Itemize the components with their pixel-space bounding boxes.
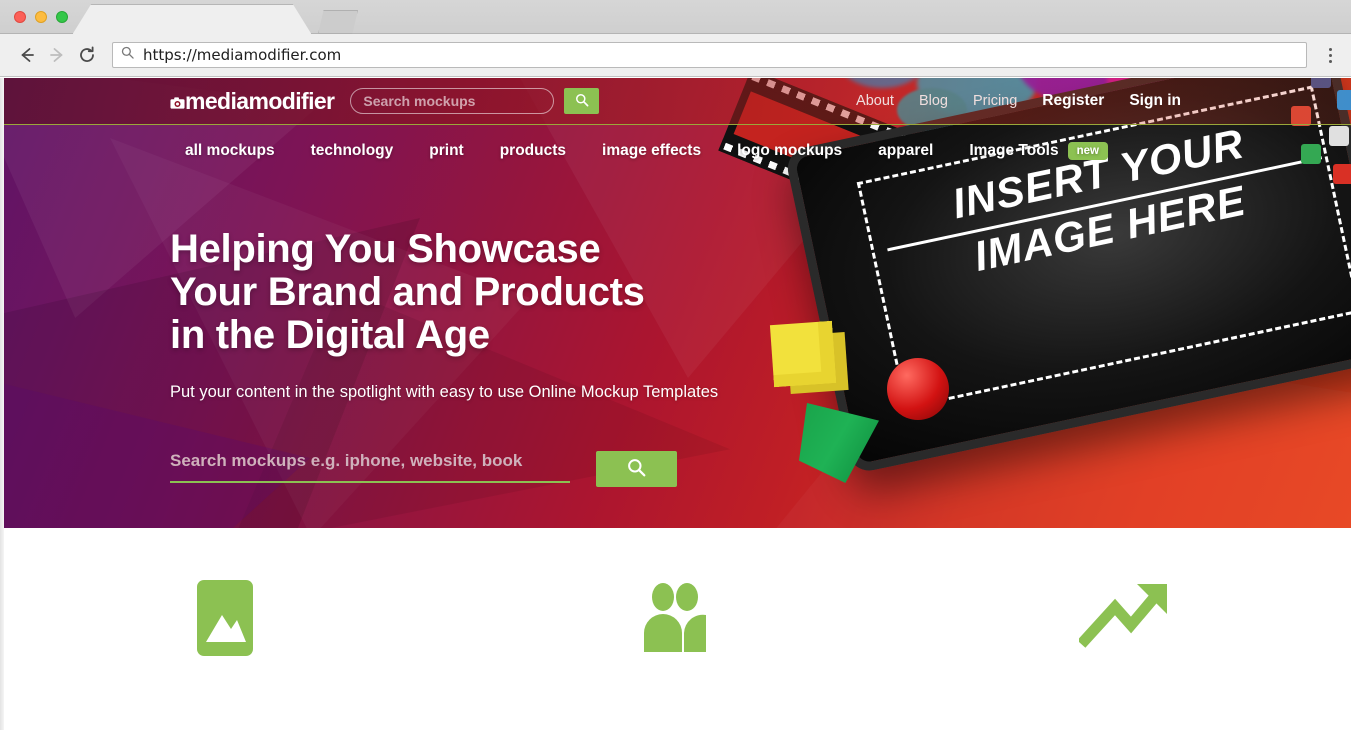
nav-item-apparel[interactable]: apparel bbox=[878, 142, 933, 160]
register-button[interactable]: Register bbox=[1042, 92, 1104, 110]
back-arrow-icon[interactable] bbox=[12, 40, 42, 70]
sign-in-button[interactable]: Sign in bbox=[1129, 92, 1181, 110]
forward-arrow-icon bbox=[42, 40, 72, 70]
hero-subheadline: Put your content in the spotlight with e… bbox=[170, 383, 719, 402]
red-sphere-graphic bbox=[887, 358, 949, 420]
site-logo[interactable]: mediamodifier bbox=[170, 87, 335, 115]
browser-tab[interactable] bbox=[72, 4, 312, 35]
reload-icon[interactable] bbox=[72, 40, 102, 70]
nav-item-image-tools-label: Image Tools bbox=[969, 142, 1059, 159]
page-title: Helping You Showcase Your Brand and Prod… bbox=[170, 228, 810, 356]
nav-item-logo-mockups[interactable]: logo mockups bbox=[737, 142, 842, 160]
nav-item-print[interactable]: print bbox=[429, 142, 463, 160]
browser-window: https://mediamodifier.com INSERT YOUR IM… bbox=[0, 0, 1351, 730]
header-link-blog[interactable]: Blog bbox=[919, 93, 948, 109]
people-icon bbox=[628, 580, 722, 656]
nav-item-products[interactable]: products bbox=[500, 142, 566, 160]
hero-search-button[interactable] bbox=[596, 451, 677, 488]
hero-content: Helping You Showcase Your Brand and Prod… bbox=[170, 228, 810, 488]
main-navigation: all mockups technology print products im… bbox=[0, 126, 1351, 176]
feature-item bbox=[450, 528, 900, 730]
headline-line-1: Helping You Showcase bbox=[170, 227, 601, 271]
new-badge: new bbox=[1067, 141, 1108, 160]
hero-search-form bbox=[170, 451, 810, 488]
features-section bbox=[0, 528, 1351, 730]
header-search-button[interactable] bbox=[564, 88, 600, 114]
browser-toolbar: https://mediamodifier.com bbox=[0, 34, 1351, 77]
browser-tab-strip bbox=[0, 0, 1351, 34]
hero-section: INSERT YOUR IMAGE HERE Helping You Showc… bbox=[0, 78, 1351, 528]
site-logo-text: mediamodifier bbox=[185, 87, 335, 114]
feature-item bbox=[901, 528, 1351, 730]
nav-item-all-mockups[interactable]: all mockups bbox=[185, 142, 275, 160]
search-icon bbox=[121, 46, 134, 64]
nav-item-image-effects[interactable]: image effects bbox=[602, 142, 701, 160]
header-search-input[interactable] bbox=[350, 88, 555, 114]
search-icon bbox=[627, 458, 646, 480]
close-window-button[interactable] bbox=[14, 11, 26, 23]
nav-item-image-tools[interactable]: Image Tools new bbox=[969, 141, 1108, 160]
search-icon bbox=[575, 93, 589, 110]
trending-up-icon bbox=[1078, 580, 1173, 656]
window-controls[interactable] bbox=[14, 11, 68, 23]
nav-item-technology[interactable]: technology bbox=[311, 142, 394, 160]
header-nav: About Blog Pricing Register Sign in bbox=[856, 92, 1181, 110]
image-icon bbox=[178, 580, 272, 656]
camera-icon bbox=[170, 88, 185, 115]
headline-line-2: Your Brand and Products bbox=[170, 269, 645, 314]
new-tab-button[interactable] bbox=[318, 10, 358, 34]
kebab-menu-icon[interactable] bbox=[1321, 47, 1339, 63]
address-bar-url: https://mediamodifier.com bbox=[143, 46, 342, 64]
headline-line-3: in the Digital Age bbox=[170, 312, 490, 357]
feature-item bbox=[0, 528, 450, 730]
maximize-window-button[interactable] bbox=[56, 11, 68, 23]
header-link-about[interactable]: About bbox=[856, 93, 894, 109]
page-viewport: INSERT YOUR IMAGE HERE Helping You Showc… bbox=[0, 78, 1351, 730]
site-header: mediamodifier About Blog Pricing Registe… bbox=[0, 78, 1351, 125]
address-bar[interactable]: https://mediamodifier.com bbox=[112, 42, 1307, 68]
header-link-pricing[interactable]: Pricing bbox=[973, 93, 1017, 109]
page-scrollbar[interactable] bbox=[0, 78, 4, 730]
hero-search-input[interactable] bbox=[170, 451, 570, 484]
minimize-window-button[interactable] bbox=[35, 11, 47, 23]
